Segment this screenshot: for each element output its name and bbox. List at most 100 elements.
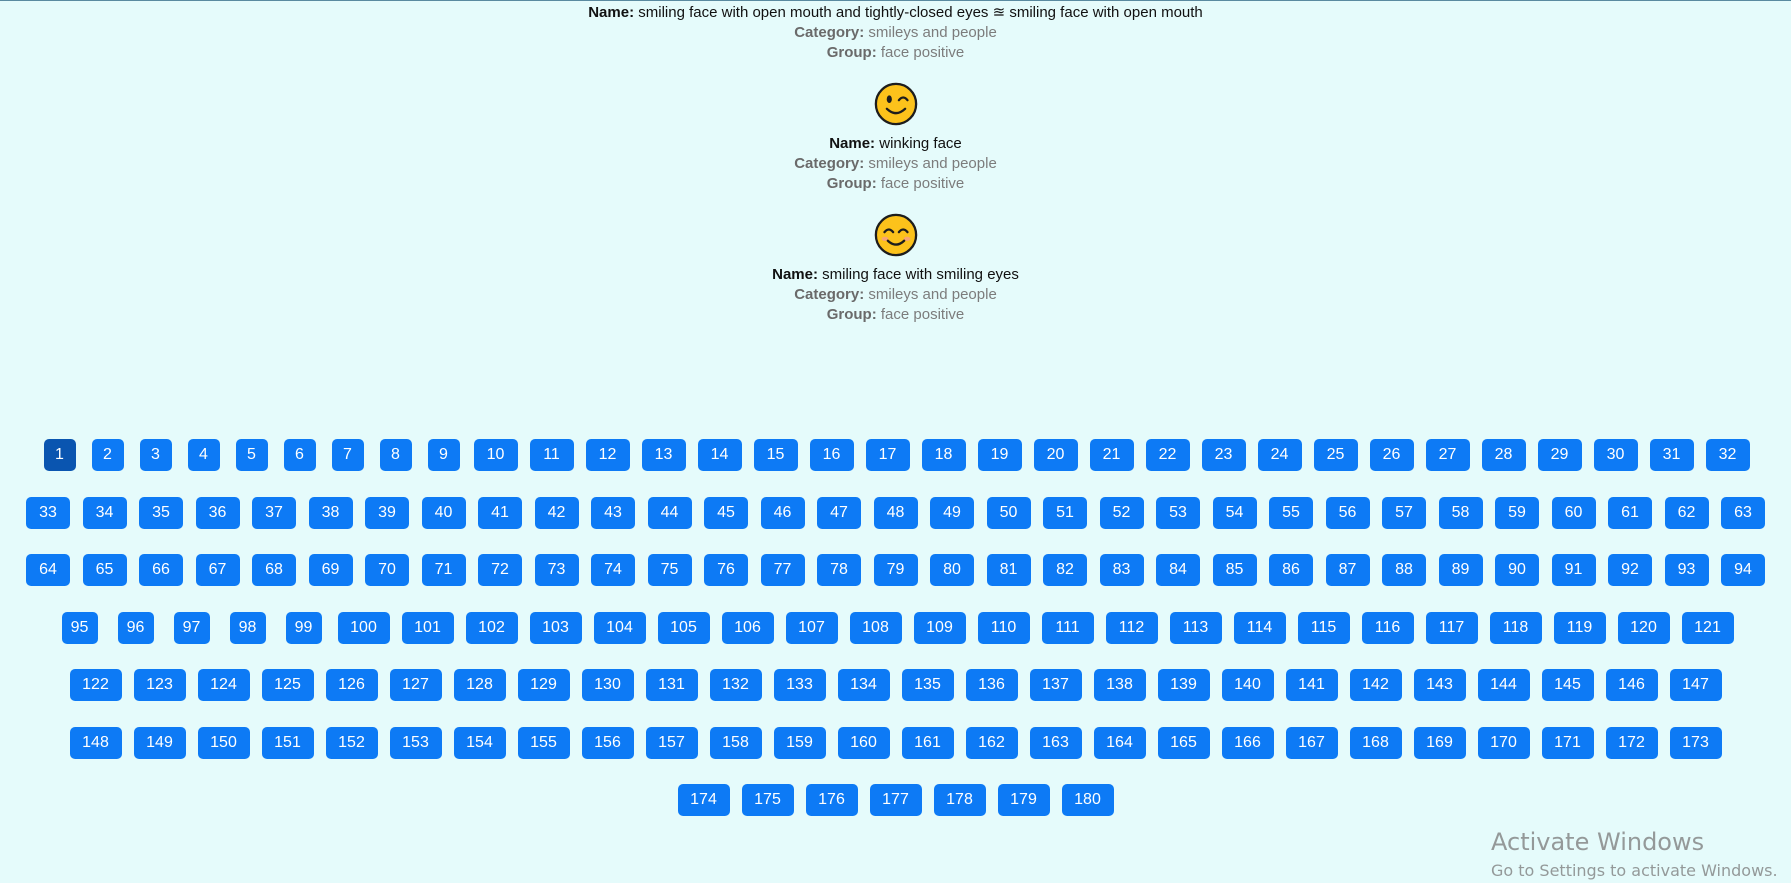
page-button[interactable]: 79 — [873, 554, 918, 586]
page-button[interactable]: 50 — [986, 496, 1031, 529]
page-button[interactable]: 165 — [1157, 726, 1210, 759]
page-button[interactable]: 89 — [1438, 554, 1483, 586]
page-button[interactable]: 150 — [197, 726, 250, 759]
page-button[interactable]: 37 — [252, 496, 296, 529]
page-button[interactable]: 147 — [1669, 669, 1722, 701]
page-button[interactable]: 58 — [1438, 496, 1483, 529]
page-button[interactable]: 57 — [1382, 496, 1426, 529]
page-button[interactable]: 144 — [1477, 669, 1530, 701]
page-button[interactable]: 120 — [1617, 611, 1670, 644]
page-button[interactable]: 75 — [647, 554, 692, 586]
page-button[interactable]: 110 — [977, 611, 1030, 644]
page-button[interactable]: 130 — [581, 669, 634, 701]
page-button[interactable]: 134 — [837, 669, 890, 701]
page-button[interactable]: 176 — [805, 784, 858, 816]
page-button[interactable]: 62 — [1664, 496, 1709, 529]
page-button[interactable]: 44 — [647, 496, 692, 529]
page-button[interactable]: 108 — [849, 611, 902, 644]
page-button[interactable]: 126 — [325, 669, 378, 701]
page-button[interactable]: 64 — [26, 554, 70, 586]
page-button[interactable]: 85 — [1212, 554, 1257, 586]
page-button[interactable]: 69 — [308, 554, 353, 586]
page-button[interactable]: 73 — [534, 554, 579, 586]
page-button[interactable]: 48 — [873, 496, 918, 529]
page-button[interactable]: 157 — [645, 726, 698, 759]
page-button[interactable]: 53 — [1156, 496, 1200, 529]
page-button[interactable]: 4 — [187, 439, 220, 471]
page-button[interactable]: 84 — [1156, 554, 1200, 586]
page-button[interactable]: 86 — [1269, 554, 1313, 586]
page-button[interactable]: 141 — [1285, 669, 1338, 701]
page-button[interactable]: 115 — [1297, 611, 1350, 644]
page-button[interactable]: 49 — [930, 496, 974, 529]
page-button[interactable]: 81 — [986, 554, 1031, 586]
page-button[interactable]: 92 — [1608, 554, 1652, 586]
page-button[interactable]: 33 — [26, 496, 70, 529]
page-button[interactable]: 13 — [641, 439, 686, 471]
page-button[interactable]: 128 — [453, 669, 506, 701]
page-button[interactable]: 100 — [337, 611, 390, 644]
page-button[interactable]: 138 — [1093, 669, 1146, 701]
page-button[interactable]: 35 — [139, 496, 183, 529]
page-button[interactable]: 94 — [1721, 554, 1765, 586]
page-button[interactable]: 52 — [1099, 496, 1144, 529]
page-button[interactable]: 77 — [760, 554, 805, 586]
page-button[interactable]: 175 — [741, 784, 794, 816]
page-button[interactable]: 60 — [1551, 496, 1596, 529]
page-button[interactable]: 25 — [1313, 439, 1358, 471]
page-button[interactable]: 20 — [1033, 439, 1078, 471]
page-button[interactable]: 145 — [1541, 669, 1594, 701]
page-button[interactable]: 96 — [117, 611, 154, 644]
page-button[interactable]: 158 — [709, 726, 762, 759]
page-button[interactable]: 127 — [389, 669, 442, 701]
page-button[interactable]: 159 — [773, 726, 826, 759]
page-button[interactable]: 67 — [195, 554, 240, 586]
page-button[interactable]: 155 — [517, 726, 570, 759]
page-button[interactable]: 34 — [82, 496, 127, 529]
page-button[interactable]: 3 — [139, 439, 172, 471]
page-button[interactable]: 169 — [1413, 726, 1466, 759]
page-button[interactable]: 152 — [325, 726, 378, 759]
page-button[interactable]: 19 — [977, 439, 1022, 471]
page-button[interactable]: 173 — [1669, 726, 1722, 759]
page-button[interactable]: 178 — [933, 784, 986, 816]
page-button[interactable]: 54 — [1212, 496, 1257, 529]
page-button[interactable]: 17 — [865, 439, 910, 471]
page-button[interactable]: 180 — [1061, 784, 1114, 816]
page-button[interactable]: 133 — [773, 669, 826, 701]
page-button[interactable]: 2 — [91, 439, 124, 471]
page-button[interactable]: 106 — [721, 611, 774, 644]
page-button[interactable]: 42 — [534, 496, 579, 529]
page-button[interactable]: 45 — [704, 496, 748, 529]
page-button[interactable]: 163 — [1029, 726, 1082, 759]
page-button[interactable]: 74 — [591, 554, 635, 586]
page-button[interactable]: 11 — [529, 439, 574, 471]
page-button[interactable]: 177 — [869, 784, 922, 816]
page-button[interactable]: 123 — [133, 669, 186, 701]
page-button[interactable]: 9 — [427, 439, 460, 471]
page-button[interactable]: 66 — [139, 554, 183, 586]
page-button[interactable]: 51 — [1043, 496, 1087, 529]
page-button[interactable]: 156 — [581, 726, 634, 759]
page-button[interactable]: 90 — [1495, 554, 1539, 586]
page-button[interactable]: 109 — [913, 611, 966, 644]
page-button[interactable]: 70 — [365, 554, 409, 586]
page-button[interactable]: 88 — [1382, 554, 1426, 586]
page-button[interactable]: 97 — [173, 611, 210, 644]
page-button[interactable]: 111 — [1041, 611, 1094, 644]
page-button[interactable]: 112 — [1105, 611, 1158, 644]
page-button[interactable]: 95 — [61, 611, 98, 644]
page-button[interactable]: 104 — [593, 611, 646, 644]
page-button[interactable]: 59 — [1495, 496, 1539, 529]
page-button[interactable]: 21 — [1089, 439, 1134, 471]
page-button[interactable]: 24 — [1257, 439, 1302, 471]
page-button[interactable]: 125 — [261, 669, 314, 701]
page-button[interactable]: 166 — [1221, 726, 1274, 759]
page-button[interactable]: 171 — [1541, 726, 1594, 759]
page-button[interactable]: 160 — [837, 726, 890, 759]
page-button[interactable]: 136 — [965, 669, 1018, 701]
page-button[interactable]: 99 — [285, 611, 322, 644]
page-button[interactable]: 46 — [760, 496, 805, 529]
page-button[interactable]: 168 — [1349, 726, 1402, 759]
page-button[interactable]: 40 — [421, 496, 466, 529]
